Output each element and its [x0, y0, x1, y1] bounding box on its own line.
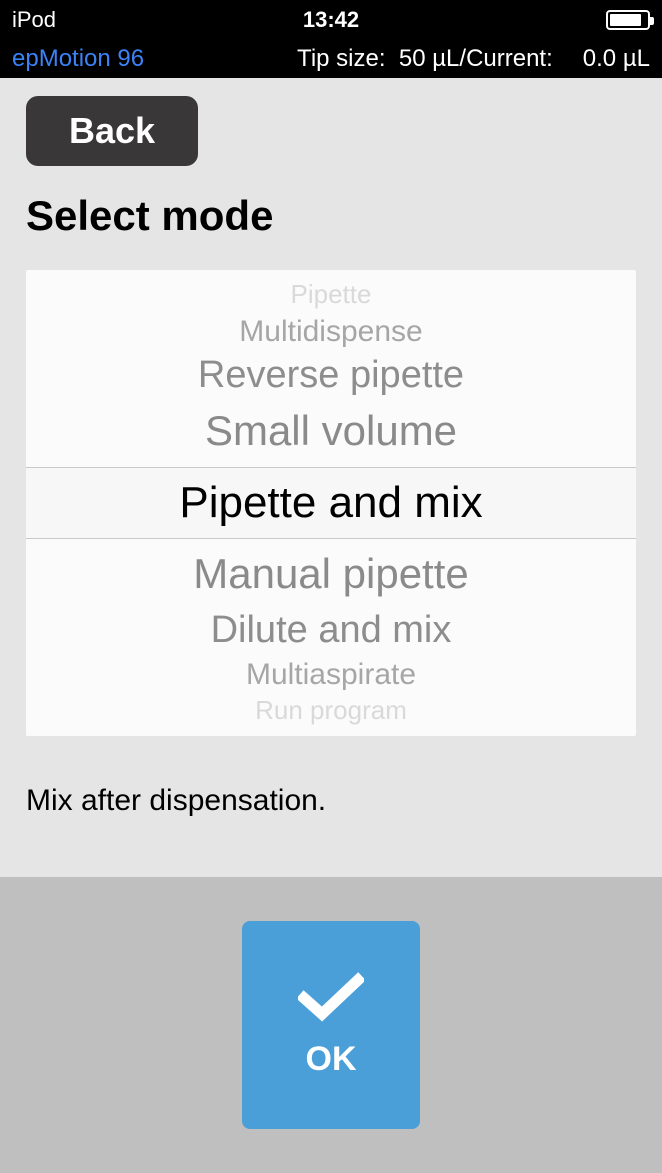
status-bar: iPod 13:42: [0, 0, 662, 40]
ok-label: OK: [306, 1040, 357, 1079]
picker-item: Manual pipette: [26, 539, 636, 606]
content-area: Back Select mode Pipette Multidispense R…: [0, 78, 662, 1173]
back-button[interactable]: Back: [26, 96, 198, 166]
picker-item-selected: Pipette and mix: [26, 467, 636, 539]
picker-item: Small volume: [26, 400, 636, 467]
footer: OK: [0, 877, 662, 1173]
picker-item: Pipette: [26, 278, 636, 312]
ok-button[interactable]: OK: [242, 921, 420, 1129]
mode-picker[interactable]: Pipette Multidispense Reverse pipette Sm…: [26, 270, 636, 736]
picker-item: Run program: [26, 694, 636, 728]
current-value: 0.0 µL: [583, 45, 650, 73]
check-icon: [298, 972, 364, 1022]
info-bar: epMotion 96 Tip size: 50 µL/Current: 0.0…: [0, 40, 662, 78]
picker-item: Dilute and mix: [26, 606, 636, 655]
picker-item: Reverse pipette: [26, 351, 636, 400]
tip-size-label: Tip size: 50 µL/Current:: [297, 45, 553, 73]
status-carrier: iPod: [12, 7, 225, 33]
status-battery-wrap: [437, 10, 650, 30]
app-name: epMotion 96: [12, 45, 144, 73]
status-time: 13:42: [225, 7, 438, 33]
picker-item: Multidispense: [26, 312, 636, 351]
picker-item: Multiaspirate: [26, 655, 636, 694]
mode-description: Mix after dispensation.: [26, 784, 662, 818]
page-title: Select mode: [26, 192, 662, 240]
battery-icon: [606, 10, 650, 30]
